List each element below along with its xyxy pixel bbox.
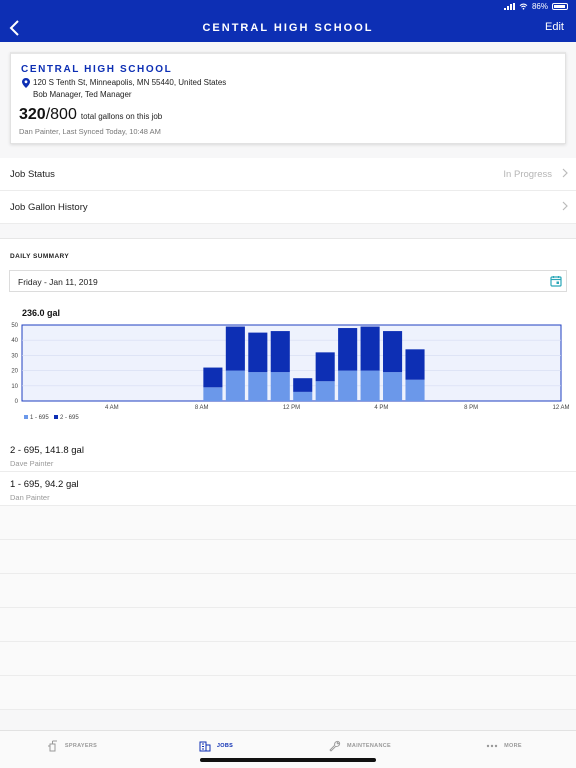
y-tick-label: 40	[11, 338, 18, 344]
job-status-label: Job Status	[10, 169, 55, 180]
job-managers: Bob Manager, Ted Manager	[33, 90, 132, 99]
daily-summary-section: DAILY SUMMARY Friday - Jan 11, 2019 236.…	[0, 238, 576, 438]
bar-series-2	[225, 326, 245, 371]
job-gallons: 320 / 800 total gallons on this job	[19, 106, 162, 124]
x-tick-label: 12 AM	[552, 405, 569, 411]
legend-swatch	[54, 415, 58, 419]
calendar-icon[interactable]	[550, 275, 562, 287]
empty-row	[0, 676, 576, 710]
bar-series-2	[338, 328, 358, 371]
y-tick-label: 20	[11, 369, 18, 375]
y-tick-label: 30	[11, 353, 18, 359]
gallons-label: total gallons on this job	[80, 112, 163, 121]
legend-label: 1 - 695	[30, 415, 49, 421]
x-tick-label: 12 PM	[283, 405, 300, 411]
tab-maintenance[interactable]: MAINTENANCE	[288, 731, 432, 761]
tab-bar: SPRAYERS JOBS MAINTENANCE MORE	[0, 730, 576, 768]
building-icon	[199, 741, 211, 752]
date-value: Friday - Jan 11, 2019	[18, 277, 98, 287]
daily-total: 236.0 gal	[22, 308, 61, 318]
tab-more-label: MORE	[504, 743, 522, 749]
job-address: 120 S Tenth St, Minneapolis, MN 55440, U…	[33, 78, 227, 87]
job-summary-card: CENTRAL HIGH SCHOOL 120 S Tenth St, Minn…	[10, 52, 566, 144]
empty-row	[0, 642, 576, 676]
list-item[interactable]: 1 - 695, 94.2 gal Dan Painter	[0, 472, 576, 506]
plot-area	[21, 324, 562, 402]
bar-series-1	[203, 387, 223, 401]
bar-series-1	[383, 372, 403, 401]
bar-series-2	[270, 331, 290, 373]
y-tick-label: 50	[11, 323, 18, 329]
bar-series-1	[360, 370, 380, 401]
home-indicator	[200, 758, 376, 762]
tab-jobs[interactable]: JOBS	[144, 731, 288, 761]
job-gallon-history-row[interactable]: Job Gallon History	[0, 191, 576, 224]
empty-row	[0, 540, 576, 574]
edit-button[interactable]: Edit	[545, 21, 564, 33]
gallons-total: 800	[50, 106, 77, 123]
list-item[interactable]: 2 - 695, 141.8 gal Dave Painter	[0, 438, 576, 472]
nav-bar: CENTRAL HIGH SCHOOL Edit	[0, 14, 576, 42]
bar-series-1	[248, 372, 268, 401]
wifi-icon	[519, 3, 528, 10]
entry-painter: Dan Painter	[10, 493, 50, 502]
bar-series-2	[293, 378, 313, 392]
bar-series-2	[405, 349, 425, 380]
bar-series-1	[315, 381, 335, 401]
bar-series-2	[315, 352, 335, 382]
tab-sprayers[interactable]: SPRAYERS	[0, 731, 144, 761]
date-picker[interactable]: Friday - Jan 11, 2019	[9, 270, 567, 292]
sprayer-icon	[47, 740, 57, 752]
legend-swatch	[24, 415, 28, 419]
tab-more[interactable]: MORE	[432, 731, 576, 761]
y-tick-label: 0	[15, 399, 19, 405]
x-tick-label: 4 PM	[374, 405, 388, 411]
x-tick-label: 4 AM	[105, 405, 119, 411]
job-name: CENTRAL HIGH SCHOOL	[21, 64, 173, 75]
legend-label: 2 - 695	[60, 415, 79, 421]
x-tick-label: 8 PM	[464, 405, 478, 411]
tab-jobs-label: JOBS	[216, 743, 234, 749]
empty-row	[0, 574, 576, 608]
x-tick-label: 8 AM	[195, 405, 209, 411]
dots-icon	[486, 744, 498, 748]
daily-gallons-chart: 0 10 20 30 40 50 4 AM 8 AM 12 PM 4 PM 8 PM 12 AM 1 -…	[11, 323, 569, 421]
bar-series-1	[270, 372, 290, 401]
bar-series-1	[225, 370, 245, 401]
job-gallon-history-label: Job Gallon History	[10, 202, 88, 213]
bar-series-1	[405, 379, 425, 401]
tab-maintenance-label: MAINTENANCE	[347, 743, 391, 749]
bar-series-1	[338, 370, 358, 401]
gallons-current: 320	[19, 106, 46, 123]
chevron-right-icon	[562, 201, 568, 211]
empty-row	[0, 506, 576, 540]
y-tick-label: 10	[11, 384, 18, 390]
bar-series-2	[360, 326, 380, 371]
battery-icon	[552, 3, 568, 10]
bar-series-2	[203, 367, 223, 388]
entry-title: 2 - 695, 141.8 gal	[10, 445, 84, 456]
empty-row	[0, 608, 576, 642]
job-status-value: In Progress	[503, 169, 552, 180]
bar-series-2	[248, 332, 268, 373]
bar-series-2	[383, 331, 403, 373]
job-status-row[interactable]: Job Status In Progress	[0, 158, 576, 191]
chevron-right-icon	[562, 168, 568, 178]
daily-summary-title: DAILY SUMMARY	[10, 253, 70, 260]
wrench-icon	[329, 740, 341, 752]
entry-painter: Dave Painter	[10, 459, 54, 468]
status-bar: 86%	[0, 0, 576, 14]
status-indicators: 86%	[503, 2, 568, 11]
signal-icon	[503, 3, 515, 10]
battery-percent: 86%	[531, 2, 548, 11]
sync-status: Dan Painter, Last Synced Today, 10:48 AM	[19, 127, 161, 136]
location-pin-icon	[22, 78, 30, 88]
tab-sprayers-label: SPRAYERS	[64, 743, 98, 749]
page-title: CENTRAL HIGH SCHOOL	[202, 22, 374, 34]
bar-series-1	[293, 391, 313, 401]
entry-title: 1 - 695, 94.2 gal	[10, 479, 79, 490]
